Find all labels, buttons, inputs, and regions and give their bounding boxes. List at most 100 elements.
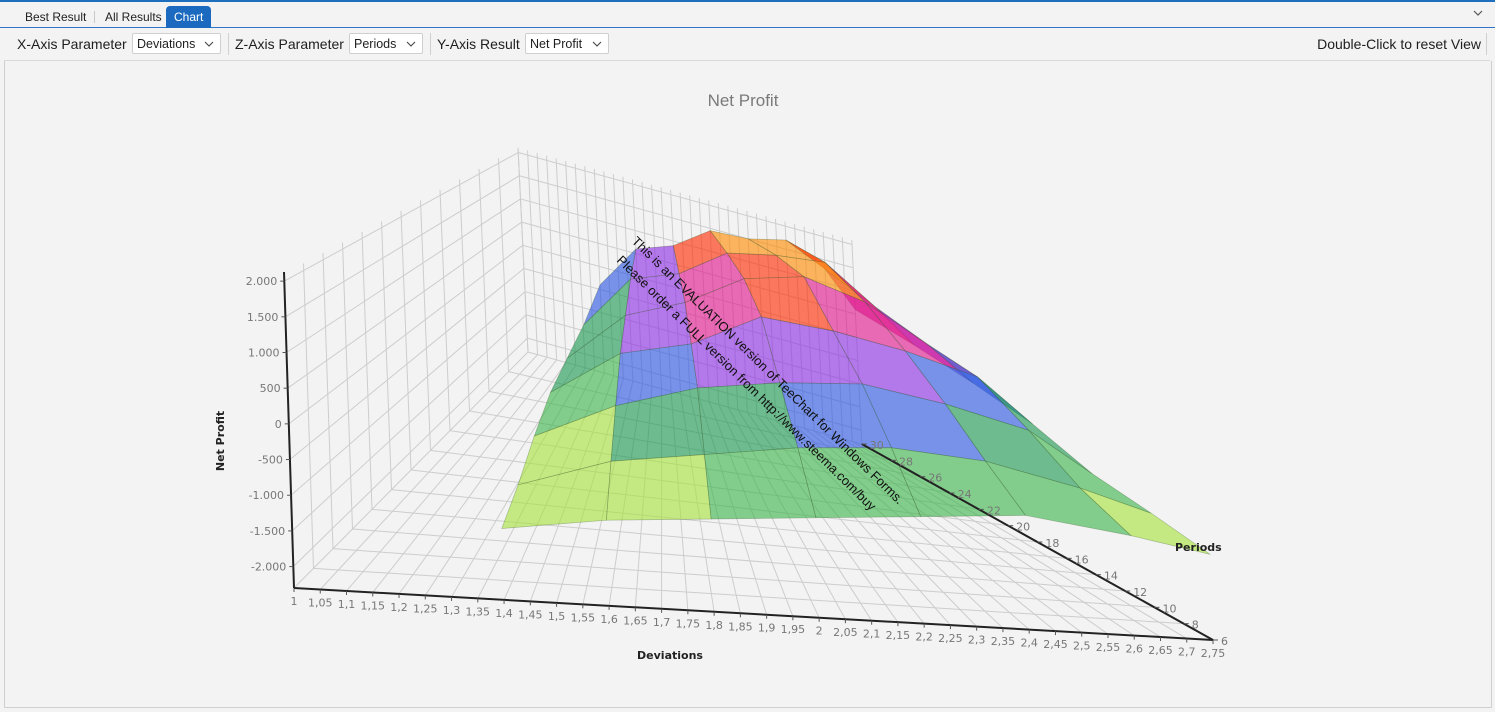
x-tick-label: 2,1	[863, 628, 881, 641]
x-tick-label: 2,7	[1178, 646, 1196, 659]
x-axis-parameter-select[interactable]: Deviations	[132, 33, 221, 54]
y-tick-label: -500	[258, 454, 283, 467]
x-tick-label: 1,6	[600, 613, 618, 626]
grid-line-back-vertical	[527, 150, 539, 355]
grid-line-left-vertical	[400, 210, 412, 471]
toolbar-divider	[1486, 33, 1487, 55]
chart-toolbar: X-Axis Parameter Deviations Z-Axis Param…	[4, 28, 1490, 61]
x-axis-title: Deviations	[637, 649, 703, 662]
x-tick-label: 1,3	[443, 604, 461, 617]
grid-line-left-vertical	[439, 189, 451, 431]
x-tick-label: 1,8	[705, 619, 723, 632]
chevron-down-icon	[204, 41, 214, 47]
x-tick-label: 1,15	[361, 599, 386, 612]
z-tick-label: 10	[1162, 602, 1176, 615]
x-tick-label: 1,75	[676, 617, 701, 630]
x-tick-label: 1,55	[571, 611, 596, 624]
x-tick-label: 1,95	[781, 623, 806, 636]
chevron-down-icon	[1473, 10, 1483, 16]
x-tick-label: 2,6	[1125, 643, 1143, 656]
x-tick-label: 1,65	[623, 614, 648, 627]
x-tick-label: 1,45	[518, 608, 543, 621]
x-tick-label: 1,2	[390, 601, 408, 614]
z-tick-label: 22	[987, 504, 1001, 517]
x-axis-parameter-value: Deviations	[137, 37, 196, 51]
y-axis-result-select[interactable]: Net Profit	[525, 33, 609, 54]
y-tick-label: 1.500	[247, 311, 279, 324]
z-tick-label: 6	[1221, 635, 1228, 648]
x-tick-label: 1,9	[758, 622, 776, 635]
y-axis-title: Net Profit	[214, 411, 227, 471]
z-tick-label: 30	[870, 439, 884, 452]
x-tick-label: 2,65	[1148, 644, 1173, 657]
z-tick-label: 14	[1104, 570, 1118, 583]
x-tick-label: 2,35	[991, 635, 1016, 648]
z-tick-label: 20	[1016, 521, 1030, 534]
y-tick-label: -1.000	[249, 489, 284, 502]
y-axis-result-value: Net Profit	[530, 37, 583, 51]
grid-line-left-vertical	[361, 231, 373, 510]
z-axis-title: Periods	[1175, 541, 1222, 554]
chart-area[interactable]: 2.000 1.500 1.000 500 0 -500 -1.000 -1.500 -2.00…	[4, 61, 1492, 708]
y-tick-label: 1.000	[248, 347, 280, 360]
z-tick-label: 18	[1045, 537, 1059, 550]
grid-line-floor-width	[332, 548, 1155, 608]
x-tick-label: 2,75	[1201, 647, 1226, 660]
x-tick-label: 2,5	[1073, 640, 1091, 653]
y-tick-label: -2.000	[251, 561, 286, 574]
chevron-down-icon	[592, 41, 602, 47]
x-tick-label: 1,85	[728, 620, 753, 633]
x-tick-label: 2,2	[915, 631, 933, 644]
x-tick-label: 2,15	[886, 629, 911, 642]
z-tick-label: 12	[1133, 586, 1147, 599]
grid-line-left-vertical	[342, 242, 353, 530]
surface-cell	[605, 454, 712, 521]
y-tick-label: -1.500	[250, 525, 285, 538]
grid-line-left-vertical	[420, 200, 431, 451]
x-tick-label: 1,25	[413, 602, 438, 615]
x-tick-label: 2,45	[1043, 638, 1068, 651]
z-tick-label: 16	[1075, 553, 1089, 566]
x-tick-label: 1,1	[338, 598, 356, 611]
x-tick-label: 1	[291, 595, 298, 608]
x-tick-label: 1,4	[495, 607, 513, 620]
z-axis-parameter-label: Z-Axis Parameter	[235, 36, 344, 52]
surface-cell	[704, 447, 817, 520]
tab-best-result[interactable]: Best Result	[17, 7, 96, 27]
tab-chart[interactable]: Chart	[166, 6, 212, 28]
x-tick-label: 1,35	[466, 605, 491, 618]
y-tick-label: 2.000	[246, 275, 278, 288]
surface-series	[501, 230, 1211, 555]
tab-list-dropdown[interactable]	[1471, 6, 1485, 20]
z-axis-parameter-select[interactable]: Periods	[349, 33, 423, 54]
x-tick-label: 2,4	[1020, 637, 1038, 650]
chart-title: Net Profit	[708, 91, 779, 110]
grid-line-back-vertical	[565, 161, 577, 366]
surface-chart[interactable]: 2.000 1.500 1.000 500 0 -500 -1.000 -1.500 -2.00…	[5, 61, 1491, 707]
reset-view-hint: Double-Click to reset View	[1317, 36, 1481, 52]
y-tick-label: 500	[260, 382, 281, 395]
z-tick-label: 24	[958, 488, 972, 501]
x-tick-label: 1,05	[308, 596, 333, 609]
y-axis-line	[283, 271, 295, 589]
grid-line-left-vertical	[303, 263, 314, 569]
grid-line-left-vertical	[478, 168, 490, 392]
toolbar-divider	[430, 33, 431, 55]
grid-line-left-vertical	[322, 252, 334, 549]
y-tick-label: 0	[275, 418, 282, 431]
grid-line-left-vertical	[459, 179, 470, 412]
grid-line-back-vertical	[546, 155, 558, 360]
x-tick-label: 2,25	[938, 632, 963, 645]
z-tick-label: 26	[928, 472, 942, 485]
toolbar-divider	[228, 33, 229, 55]
chevron-down-icon	[406, 41, 416, 47]
x-tick-label: 2,3	[968, 634, 986, 647]
x-tick-label: 1,5	[548, 610, 566, 623]
grid-line-back-vertical	[536, 153, 548, 358]
x-axis-parameter-label: X-Axis Parameter	[17, 36, 127, 52]
grid-line-back-horizontal	[518, 152, 853, 246]
z-tick-label: 28	[899, 455, 913, 468]
y-axis-result-label: Y-Axis Result	[437, 36, 520, 52]
z-tick-label: 8	[1192, 619, 1199, 632]
tab-all-results[interactable]: All Results	[97, 7, 170, 27]
